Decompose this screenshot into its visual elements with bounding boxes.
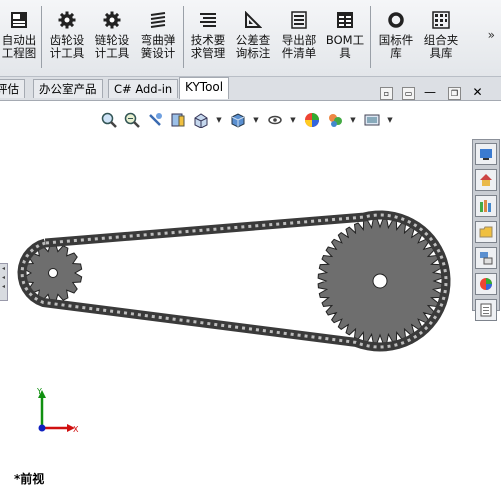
restore-view-icon[interactable]: ▫ [380, 87, 393, 100]
spring-design-button[interactable]: 弯曲弹 簧设计 [136, 4, 180, 72]
view-settings-dropdown-icon[interactable]: ▼ [386, 112, 394, 129]
feature-manager-collapse-handle[interactable]: ◂ ◂ ◂ [0, 263, 8, 301]
drawing-icon [9, 10, 29, 30]
tolerance-lookup-button[interactable]: 公差查 询标注 [231, 4, 275, 72]
view-orientation-label: *前视 [14, 472, 45, 486]
display-style-dropdown-icon[interactable]: ▼ [252, 112, 260, 129]
heads-up-view-toolbar: ▼ ▼ ▼ ▼ ▼ [100, 110, 400, 130]
ribbon-separator [183, 6, 184, 68]
sprocket-design-button[interactable]: 链轮设 计工具 [90, 4, 134, 72]
auto-drawing-button[interactable]: 自动出 工程图 [0, 4, 38, 72]
design-library-icon[interactable] [475, 195, 497, 217]
gear-design-label: 齿轮设 计工具 [49, 33, 85, 60]
bom-table-icon [335, 10, 355, 30]
auto-drawing-label: 自动出 工程图 [1, 33, 37, 60]
gear-design-button[interactable]: 齿轮设 计工具 [45, 4, 89, 72]
list-icon [198, 10, 218, 30]
view-orientation-dropdown-icon[interactable]: ▼ [215, 112, 223, 129]
zoom-to-fit-icon[interactable] [100, 112, 117, 129]
x-axis-label: X [73, 425, 79, 434]
modular-fixture-library-button[interactable]: 组合夹 具库 [419, 4, 463, 72]
fixture-grid-icon [431, 10, 451, 30]
maximize-icon[interactable]: ❐ [448, 87, 461, 100]
close-icon[interactable]: ✕ [472, 86, 483, 98]
tab-evaluate[interactable]: 评估 [0, 79, 25, 98]
solidworks-resources-icon[interactable] [475, 143, 497, 165]
home-icon[interactable] [475, 169, 497, 191]
coordinate-triad: Y X [36, 387, 79, 434]
zoom-area-icon[interactable] [123, 112, 140, 129]
section-view-icon[interactable] [169, 112, 186, 129]
task-pane [472, 139, 500, 321]
tab-csharp-addin[interactable]: C# Add-in [108, 79, 179, 98]
spring-icon [148, 10, 168, 30]
export-parts-list-button[interactable]: 导出部 件清单 [277, 4, 321, 72]
ribbon-separator [41, 6, 42, 68]
ribbon-overflow-chevron-icon[interactable]: » [488, 28, 495, 42]
appearances-icon[interactable] [475, 273, 497, 295]
display-style-icon[interactable] [229, 112, 246, 129]
edit-appearance-icon[interactable] [303, 112, 320, 129]
export-parts-list-label: 导出部 件清单 [281, 33, 317, 60]
standard-parts-library-button[interactable]: 国标件 库 [374, 4, 418, 72]
tab-office-products[interactable]: 办公室产品 [33, 79, 103, 98]
view-settings-icon[interactable] [363, 112, 380, 129]
tech-requirements-label: 技术要 求管理 [190, 33, 226, 60]
minimize-icon[interactable]: — [424, 86, 436, 98]
view-orientation-icon[interactable] [192, 112, 209, 129]
z-axis-dot [38, 424, 46, 432]
ribbon-separator [370, 6, 371, 68]
ring-icon [386, 10, 406, 30]
view-palette-icon[interactable] [475, 247, 497, 269]
apply-scene-dropdown-icon[interactable]: ▼ [349, 112, 357, 129]
tolerance-icon [243, 10, 263, 30]
bom-tool-button[interactable]: BOM工 具 [323, 4, 367, 72]
hide-show-dropdown-icon[interactable]: ▼ [289, 112, 297, 129]
sprocket-design-label: 链轮设 计工具 [94, 33, 130, 60]
apply-scene-icon[interactable] [326, 112, 343, 129]
gear-icon [57, 10, 77, 30]
tab-kytool[interactable]: KYTool [179, 77, 230, 99]
standard-parts-library-label: 国标件 库 [378, 33, 414, 60]
tile-view-icon[interactable]: ▭ [402, 87, 415, 100]
custom-properties-icon[interactable] [475, 299, 497, 321]
export-list-icon [289, 10, 309, 30]
previous-view-icon[interactable] [146, 112, 163, 129]
hide-show-icon[interactable] [266, 112, 283, 129]
sprocket-icon [102, 10, 122, 30]
command-ribbon: 自动出 工程图 齿轮设 计工具 链轮设 计工具 弯曲弹 簧设计 技术要 求管理 … [0, 0, 501, 77]
bom-tool-label: BOM工 具 [325, 33, 365, 60]
tolerance-lookup-label: 公差查 询标注 [235, 33, 271, 60]
y-axis-label: Y [36, 387, 42, 396]
spring-design-label: 弯曲弹 簧设计 [140, 33, 176, 60]
modular-fixture-library-label: 组合夹 具库 [423, 33, 459, 60]
file-explorer-icon[interactable] [475, 221, 497, 243]
tech-requirements-button[interactable]: 技术要 求管理 [186, 4, 230, 72]
